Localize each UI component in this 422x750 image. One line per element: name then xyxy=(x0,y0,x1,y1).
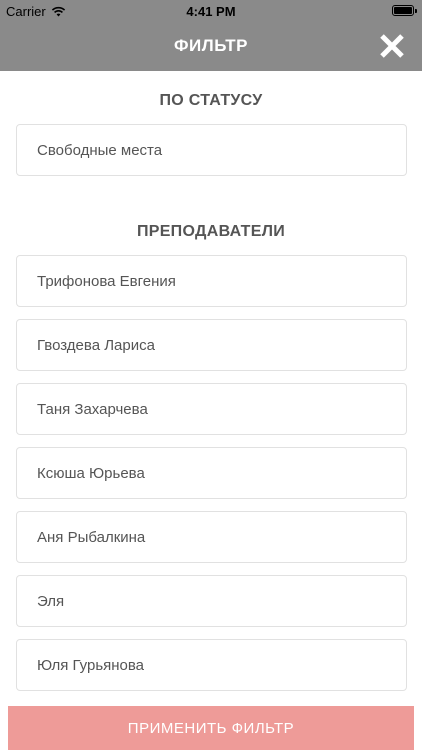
page-title: ФИЛЬТР xyxy=(174,36,248,55)
teacher-item[interactable]: Ксюша Юрьева xyxy=(16,447,407,499)
close-button[interactable] xyxy=(378,32,406,60)
battery-icon xyxy=(392,5,417,16)
teacher-item[interactable]: Трифонова Евгения xyxy=(16,255,407,307)
teacher-item-label: Трифонова Евгения xyxy=(37,273,176,290)
filter-item-free-places[interactable]: Свободные места xyxy=(16,124,407,176)
teacher-item[interactable]: Гвоздева Лариса xyxy=(16,319,407,371)
status-section-title: ПО СТАТУСУ xyxy=(159,92,263,109)
close-icon xyxy=(380,34,404,58)
header: ФИЛЬТР xyxy=(0,22,422,71)
teacher-item-label: Аня Рыбалкина xyxy=(37,529,146,546)
filter-item-label: Свободные места xyxy=(37,142,163,159)
status-bar: Carrier 4:41 PM xyxy=(0,0,422,22)
teacher-item[interactable]: Эля xyxy=(16,575,407,627)
teacher-item-label: Эля xyxy=(37,593,65,610)
teacher-item-label: Гвоздева Лариса xyxy=(37,337,155,354)
teacher-item[interactable]: Таня Захарчева xyxy=(16,383,407,435)
apply-filter-button[interactable]: ПРИМЕНИТЬ ФИЛЬТР xyxy=(8,706,414,750)
teachers-section-title: ПРЕПОДАВАТЕЛИ xyxy=(136,223,286,240)
teacher-item[interactable]: Аня Рыбалкина xyxy=(16,511,407,563)
status-time: 4:41 PM xyxy=(186,4,236,19)
teacher-item[interactable]: Юля Гурьянова xyxy=(16,639,407,691)
teacher-item-label: Таня Захарчева xyxy=(37,401,148,418)
teacher-item-label: Юля Гурьянова xyxy=(37,657,145,674)
teacher-item-label: Ксюша Юрьева xyxy=(37,465,145,482)
